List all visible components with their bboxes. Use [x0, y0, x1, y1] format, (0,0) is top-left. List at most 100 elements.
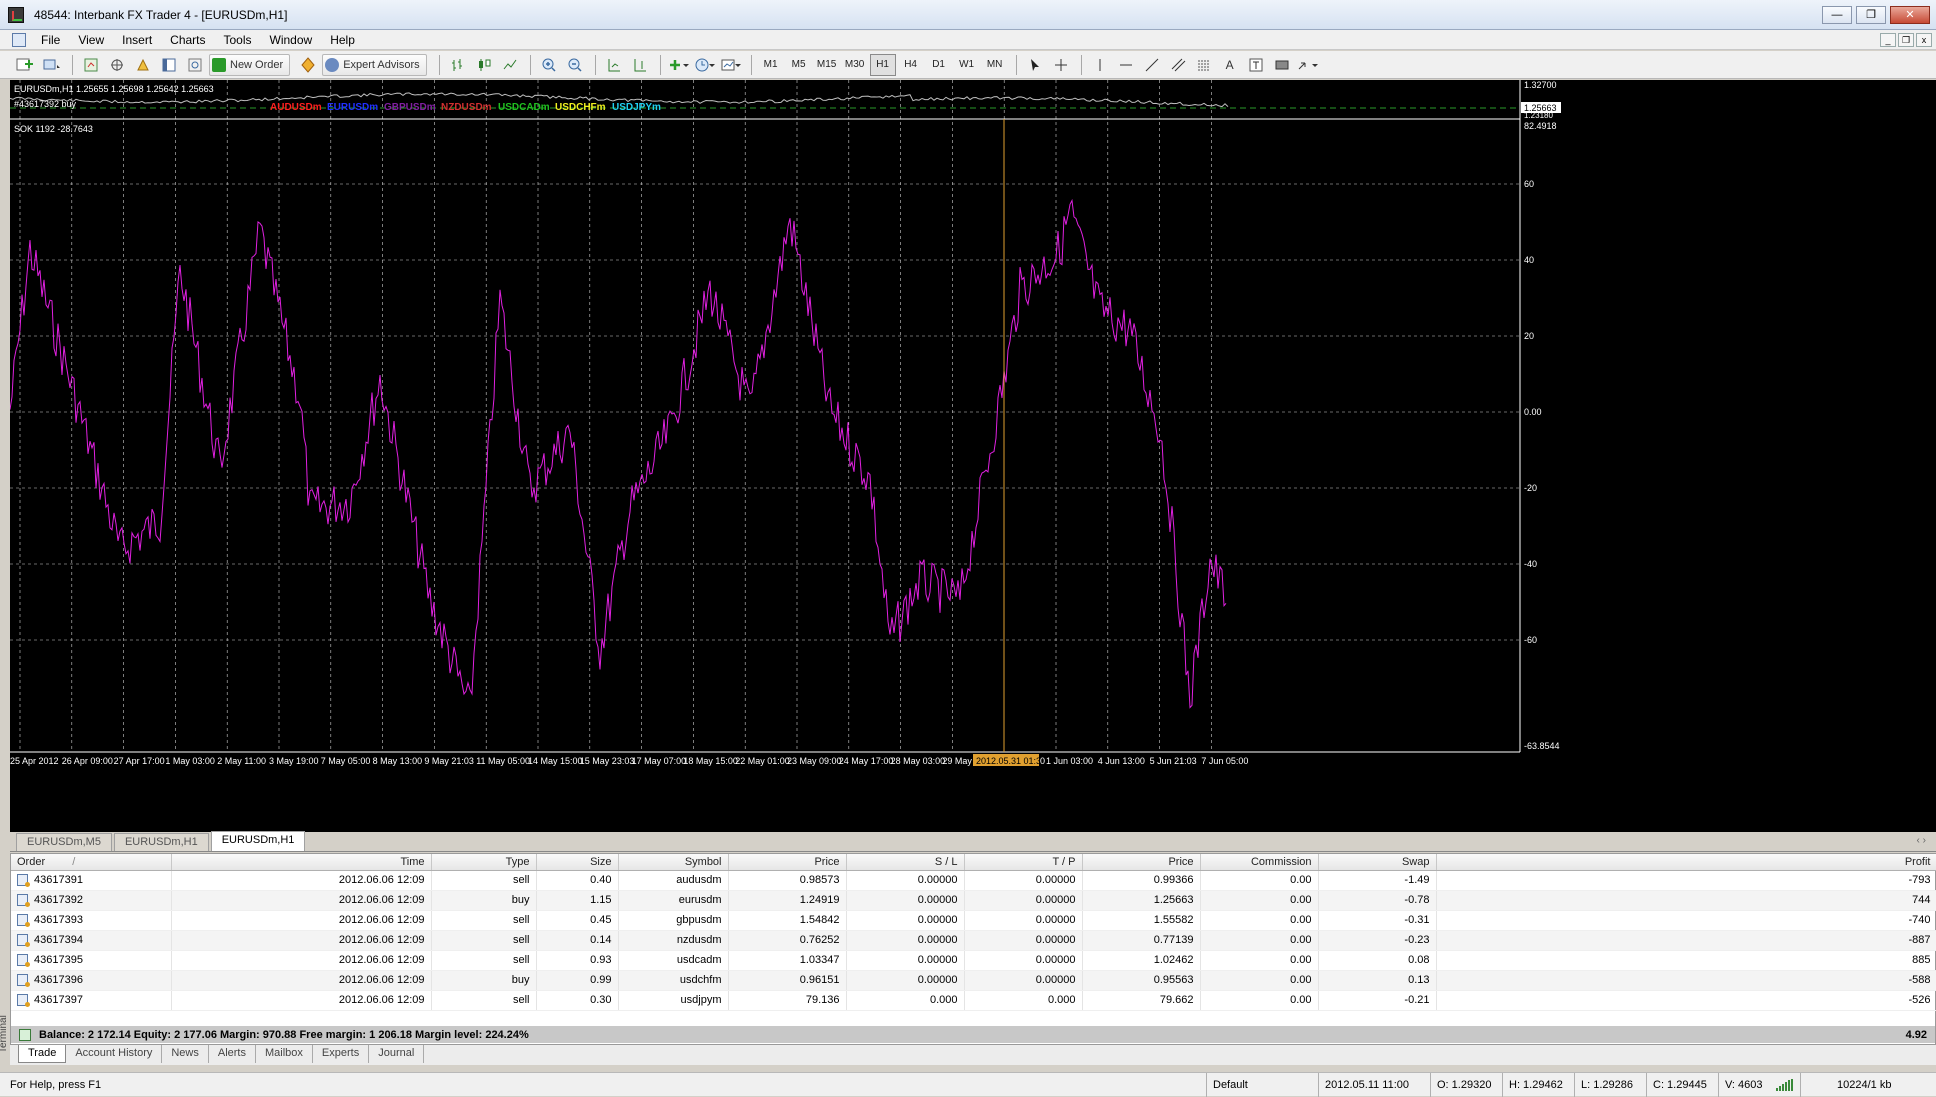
table-row[interactable]: 43617392 2012.06.06 12:09 buy 1.15 eurusdm 1.… [11, 890, 1936, 911]
time-axis-label: 14 May 15:00 [528, 756, 583, 766]
table-row[interactable]: 43617393 2012.06.06 12:09 sell 0.45 gbpusdm 1… [11, 910, 1936, 931]
chart-canvas[interactable]: EURUSDm,H1 1.25655 1.25698 1.25642 1.256… [10, 80, 1936, 832]
fibonacci-icon[interactable] [1192, 54, 1216, 76]
timeframe-mn[interactable]: MN [982, 54, 1008, 76]
column-symbol[interactable]: Symbol [618, 854, 729, 871]
minimize-button[interactable]: — [1822, 6, 1852, 24]
chart-tab-eurusdm-h1[interactable]: EURUSDm,H1 [113, 833, 209, 851]
profiles-icon[interactable] [40, 54, 64, 76]
column-commission[interactable]: Commission [1200, 854, 1319, 871]
cell-current-price: 79.662 [1082, 990, 1201, 1011]
new-chart-icon[interactable] [14, 54, 38, 76]
column-order[interactable]: Order / [11, 854, 172, 871]
auto-scroll-icon[interactable] [602, 54, 626, 76]
timeframe-d1[interactable]: D1 [926, 54, 952, 76]
indicator-scale-top: 82.4918 [1524, 121, 1557, 131]
tab-experts[interactable]: Experts [313, 1045, 370, 1063]
table-row[interactable]: 43617394 2012.06.06 12:09 sell 0.14 nzdusdm 0… [11, 930, 1936, 951]
maximize-button[interactable]: ❐ [1856, 6, 1886, 24]
timeframe-m1[interactable]: M1 [758, 54, 784, 76]
cell-time: 2012.06.06 12:09 [171, 970, 432, 991]
zoom-in-icon[interactable] [537, 54, 561, 76]
arrows-icon[interactable] [1296, 54, 1320, 76]
new-order-label: New Order [230, 58, 284, 71]
text-icon[interactable]: A [1218, 54, 1242, 76]
timeframe-m15[interactable]: M15 [814, 54, 840, 76]
chart-window[interactable]: EURUSDm,H1 1.25655 1.25698 1.25642 1.256… [10, 80, 1936, 832]
cursor-icon[interactable] [1023, 54, 1047, 76]
cell-type: buy [431, 970, 537, 991]
tab-journal[interactable]: Journal [369, 1045, 425, 1063]
menu-charts[interactable]: Charts [161, 30, 214, 50]
table-row[interactable]: 43617395 2012.06.06 12:09 sell 0.93 usdcadm 1… [11, 950, 1936, 971]
menu-view[interactable]: View [69, 30, 113, 50]
indicator-scale-bottom: -63.8544 [1524, 741, 1560, 751]
timeframe-m30[interactable]: M30 [842, 54, 868, 76]
vertical-line-icon[interactable] [1088, 54, 1112, 76]
column-profit[interactable]: Profit [1436, 854, 1936, 871]
new-order-button[interactable]: New Order [209, 53, 291, 76]
candlesticks-icon[interactable] [472, 54, 496, 76]
indicators-icon[interactable] [667, 54, 691, 76]
menu-window[interactable]: Window [261, 30, 322, 50]
tab-news[interactable]: News [162, 1045, 209, 1063]
document-icon[interactable] [12, 32, 26, 47]
mdi-minimize-button[interactable]: _ [1880, 33, 1896, 47]
column-size[interactable]: Size [536, 854, 619, 871]
chart-shift-icon[interactable] [628, 54, 652, 76]
rectangle-label-icon[interactable] [1270, 54, 1294, 76]
table-row[interactable]: 43617397 2012.06.06 12:09 sell 0.30 usdjpym 7… [11, 990, 1936, 1011]
zoom-out-icon[interactable] [563, 54, 587, 76]
templates-icon[interactable] [719, 54, 743, 76]
terminal-icon[interactable] [157, 54, 181, 76]
expert-advisors-button[interactable]: Expert Advisors [322, 53, 427, 76]
time-axis-label: 26 Apr 09:00 [62, 756, 113, 766]
chart-tab-eurusdm-m5[interactable]: EURUSDm,M5 [16, 833, 112, 851]
tab-scroll-arrows[interactable]: ‹ › [1917, 835, 1926, 846]
crosshair-icon[interactable] [1049, 54, 1073, 76]
column-current-price[interactable]: Price [1082, 854, 1201, 871]
status-bar: For Help, press F1 Default 2012.05.11 11… [0, 1072, 1936, 1097]
meta-editor-icon[interactable] [296, 54, 320, 76]
column-swap[interactable]: Swap [1318, 854, 1437, 871]
periods-icon[interactable] [693, 54, 717, 76]
data-window-icon[interactable] [105, 54, 129, 76]
status-profile[interactable]: Default [1206, 1073, 1318, 1097]
column-sl[interactable]: S / L [846, 854, 965, 871]
level-label: -60 [1524, 635, 1537, 645]
bar-chart-icon[interactable] [446, 54, 470, 76]
menu-file[interactable]: File [32, 30, 69, 50]
tab-alerts[interactable]: Alerts [209, 1045, 256, 1063]
mdi-close-button[interactable]: x [1916, 33, 1932, 47]
table-row[interactable]: 43617391 2012.06.06 12:09 sell 0.40 audusdm 0… [11, 870, 1936, 891]
chart-tab-eurusdm-h1-active[interactable]: EURUSDm,H1 [210, 831, 306, 851]
horizontal-line-icon[interactable] [1114, 54, 1138, 76]
mdi-restore-button[interactable]: ❐ [1898, 33, 1914, 47]
table-row[interactable]: 43617396 2012.06.06 12:09 buy 0.99 usdchfm 0.… [11, 970, 1936, 991]
timeframe-m5[interactable]: M5 [786, 54, 812, 76]
close-button[interactable]: ✕ [1890, 6, 1930, 24]
terminal-tabs: Trade Account History News Alerts Mailbo… [10, 1044, 1936, 1065]
order-number: 43617391 [34, 873, 83, 886]
menu-insert[interactable]: Insert [113, 30, 161, 50]
column-price[interactable]: Price [728, 854, 847, 871]
market-watch-icon[interactable] [79, 54, 103, 76]
timeframe-w1[interactable]: W1 [954, 54, 980, 76]
tab-trade[interactable]: Trade [18, 1045, 67, 1063]
equidistant-channel-icon[interactable] [1166, 54, 1190, 76]
line-chart-icon[interactable] [498, 54, 522, 76]
menu-help[interactable]: Help [321, 30, 364, 50]
text-label-icon[interactable] [1244, 54, 1268, 76]
tab-mailbox[interactable]: Mailbox [256, 1045, 313, 1063]
timeframe-h4[interactable]: H4 [898, 54, 924, 76]
trendline-icon[interactable] [1140, 54, 1164, 76]
navigator-icon[interactable] [131, 54, 155, 76]
cell-time: 2012.06.06 12:09 [171, 910, 432, 931]
column-tp[interactable]: T / P [964, 854, 1083, 871]
tab-account-history[interactable]: Account History [66, 1045, 163, 1063]
timeframe-h1[interactable]: H1 [869, 53, 896, 76]
column-time[interactable]: Time [171, 854, 432, 871]
menu-tools[interactable]: Tools [215, 30, 261, 50]
strategy-tester-icon[interactable] [183, 54, 207, 76]
column-type[interactable]: Type [431, 854, 537, 871]
